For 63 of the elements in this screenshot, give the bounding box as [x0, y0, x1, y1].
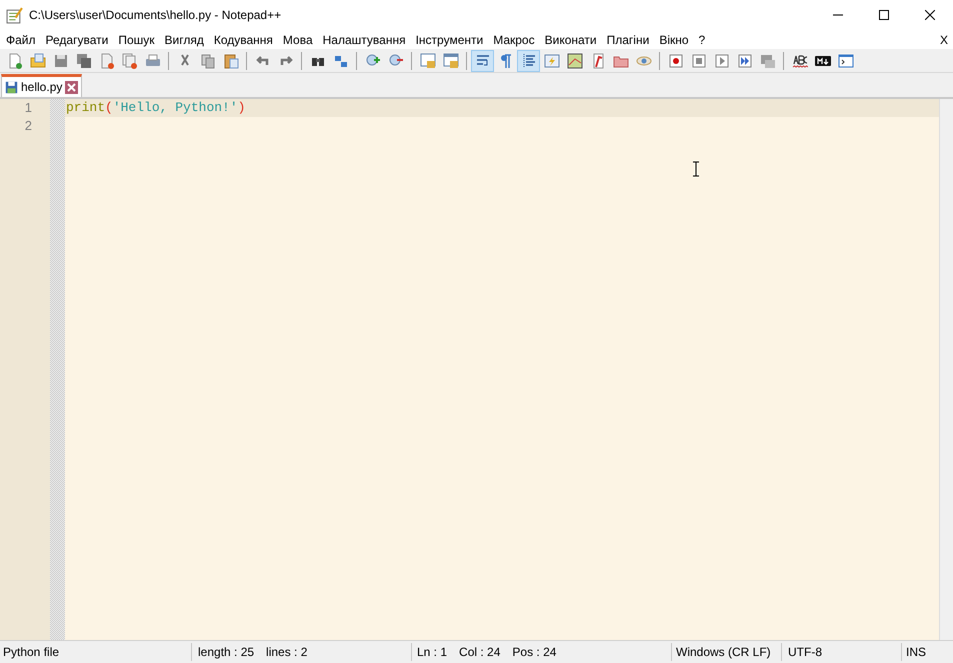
encoding-status: UTF-8 [782, 643, 902, 661]
menu-item[interactable]: Вигляд [160, 30, 209, 48]
vertical-sync-icon [420, 52, 436, 68]
menu-item[interactable]: ? [694, 30, 710, 48]
indent-guide-icon [520, 52, 536, 68]
scrollbar[interactable] [939, 99, 953, 640]
new-file-icon [6, 52, 22, 68]
line-number: 1 [24, 99, 33, 117]
menu-item[interactable]: Кодування [208, 30, 278, 48]
close-document-button[interactable]: X [940, 30, 948, 48]
copy-icon [200, 52, 216, 68]
close-files-icon [122, 52, 138, 68]
code-token: ) [238, 99, 246, 118]
menu-item[interactable]: Редагувати [40, 30, 114, 48]
zoom-out-icon [388, 52, 404, 68]
menu-item[interactable]: Плагіни [602, 30, 654, 48]
menu-item[interactable]: Макрос [488, 30, 540, 48]
menu-item[interactable]: Виконати [540, 30, 602, 48]
position-status: Pos : 24 [512, 644, 556, 661]
line-status: Ln : 1 [417, 644, 448, 661]
window-title: C:\Users\user\Documents\hello.py - Notepad++ [29, 7, 282, 24]
save-macro-icon [760, 52, 776, 68]
lightning-window-icon [544, 52, 560, 68]
code-token: ( [105, 99, 113, 118]
line-number: 2 [24, 117, 33, 135]
printer-icon [144, 52, 160, 68]
close-file-icon [98, 52, 114, 68]
map-icon [566, 52, 582, 68]
zoom-in-icon [364, 52, 380, 68]
play-icon [714, 52, 730, 68]
open-folder-icon [30, 52, 46, 68]
lines-status: lines : 2 [266, 644, 308, 661]
indent-guide-button[interactable] [517, 50, 540, 72]
stop-icon [690, 52, 706, 68]
notepad-icon [6, 6, 23, 24]
word-wrap-icon [474, 52, 490, 68]
close-icon [925, 10, 935, 20]
insert-mode-status: INS [905, 644, 926, 661]
record-icon [668, 52, 684, 68]
word-wrap-button[interactable] [471, 50, 494, 72]
menu-item[interactable]: Мова [278, 30, 318, 48]
horizontal-sync-icon [442, 52, 458, 68]
menu-item[interactable]: Пошук [113, 30, 160, 48]
text-cursor-icon [692, 161, 700, 177]
menu-item[interactable]: Інструменти [410, 30, 488, 48]
menu-item[interactable]: Налаштування [318, 30, 411, 48]
code-token: print [66, 99, 106, 118]
menu-item[interactable]: Файл [1, 30, 41, 48]
length-status: length : 25 [198, 644, 254, 661]
close-tab-icon[interactable] [65, 80, 78, 94]
file-type-status: Python file [0, 643, 192, 661]
clipboard-icon [222, 52, 238, 68]
spelling-icon [792, 52, 808, 68]
maximize-icon [879, 10, 889, 20]
menu-item[interactable]: Вікно [654, 30, 694, 48]
file-tab[interactable]: hello.py [1, 74, 82, 97]
console-icon [838, 52, 854, 68]
editor-area[interactable]: 1 2 print('Hello, Python!') [0, 97, 953, 640]
floppy-disks-icon [76, 52, 92, 68]
fast-forward-icon [736, 52, 752, 68]
line-ending-status: Windows (CR LF) [672, 643, 782, 661]
column-status: Col : 24 [459, 644, 500, 661]
code-token: 'Hello, Python!' [112, 99, 238, 118]
